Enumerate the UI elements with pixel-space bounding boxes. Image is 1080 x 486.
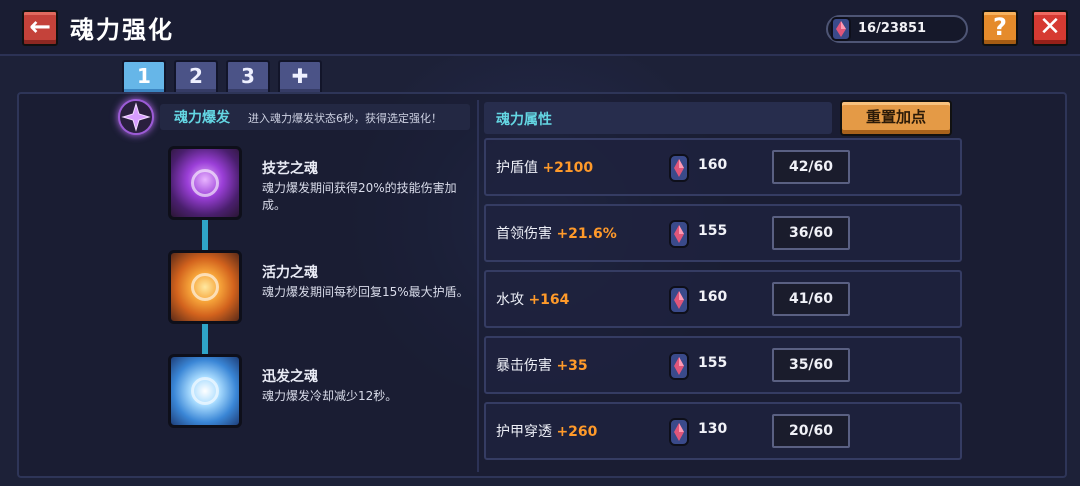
soul-connector	[202, 324, 208, 356]
soul-description: 魂力爆发冷却减少12秒。	[262, 389, 398, 403]
page-title: 魂力强化	[70, 16, 174, 44]
attribute-row[interactable]: 暴击伤害 +35 155 35/60	[484, 336, 962, 394]
add-tab-button[interactable]: ✚	[278, 60, 322, 92]
close-icon: ✕	[1039, 12, 1061, 42]
soul-name: 活力之魂	[262, 265, 318, 281]
attribute-name: 水攻	[496, 292, 524, 308]
attribute-row[interactable]: 护盾值 +2100 160 42/60	[484, 138, 962, 196]
skill-soul-icon[interactable]	[168, 146, 242, 220]
soul-gem-icon	[831, 17, 851, 41]
attribute-bonus: +21.6%	[556, 226, 617, 242]
soul-currency-display: 16/23851	[826, 15, 968, 43]
soul-burst-icon	[118, 99, 154, 135]
top-bar: ← 魂力强化 16/23851 ? ✕	[0, 0, 1080, 56]
tab-1[interactable]: 1	[122, 60, 166, 92]
question-mark-icon: ?	[993, 13, 1007, 41]
attribute-name: 暴击伤害	[496, 358, 552, 374]
attribute-bonus: +35	[556, 358, 588, 374]
star-burst-icon	[121, 102, 151, 132]
attribute-level[interactable]: 36/60	[772, 216, 850, 250]
attribute-name: 护盾值	[496, 160, 538, 176]
soul-burst-description: 进入魂力爆发状态6秒，获得选定强化！	[248, 112, 442, 125]
soul-name: 迅发之魂	[262, 369, 318, 385]
attribute-cost: 160	[698, 157, 728, 173]
attribute-cost: 155	[698, 355, 728, 371]
tab-3[interactable]: 3	[226, 60, 270, 92]
column-divider	[477, 100, 479, 472]
soul-gem-icon	[669, 154, 689, 182]
attribute-cost: 155	[698, 223, 728, 239]
soul-gem-icon	[669, 286, 689, 314]
reset-points-button[interactable]: 重置加点	[840, 100, 952, 136]
attribute-level[interactable]: 41/60	[772, 282, 850, 316]
close-button[interactable]: ✕	[1032, 10, 1068, 46]
tab-2[interactable]: 2	[174, 60, 218, 92]
attribute-level[interactable]: 20/60	[772, 414, 850, 448]
vitality-soul-icon[interactable]	[168, 250, 242, 324]
help-button[interactable]: ?	[982, 10, 1018, 46]
attribute-bonus: +164	[528, 292, 570, 308]
currency-amount: 16/23851	[858, 21, 927, 36]
back-arrow-icon: ←	[29, 12, 51, 42]
attribute-row[interactable]: 首领伤害 +21.6% 155 36/60	[484, 204, 962, 262]
attributes-title: 魂力属性	[496, 112, 552, 128]
back-button[interactable]: ←	[22, 10, 58, 46]
attribute-level[interactable]: 35/60	[772, 348, 850, 382]
attributes-header: 魂力属性	[484, 102, 832, 134]
soul-gem-icon	[669, 220, 689, 248]
soul-description: 魂力爆发期间每秒回复15%最大护盾。	[262, 285, 469, 299]
attribute-name: 首领伤害	[496, 226, 552, 242]
soul-connector	[202, 220, 208, 252]
attribute-cost: 160	[698, 289, 728, 305]
soul-name: 技艺之魂	[262, 161, 318, 177]
attribute-row[interactable]: 护甲穿透 +260 130 20/60	[484, 402, 962, 460]
attribute-cost: 130	[698, 421, 728, 437]
soul-burst-header: 魂力爆发 进入魂力爆发状态6秒，获得选定强化！	[160, 104, 470, 130]
attribute-level[interactable]: 42/60	[772, 150, 850, 184]
attribute-row[interactable]: 水攻 +164 160 41/60	[484, 270, 962, 328]
soul-burst-title: 魂力爆发	[174, 110, 230, 126]
swift-soul-icon[interactable]	[168, 354, 242, 428]
soul-description: 魂力爆发期间获得20%的技能伤害加成。	[262, 181, 457, 212]
soul-gem-icon	[669, 418, 689, 446]
attribute-name: 护甲穿透	[496, 424, 552, 440]
attribute-bonus: +2100	[542, 160, 594, 176]
soul-gem-icon	[669, 352, 689, 380]
attribute-bonus: +260	[556, 424, 598, 440]
